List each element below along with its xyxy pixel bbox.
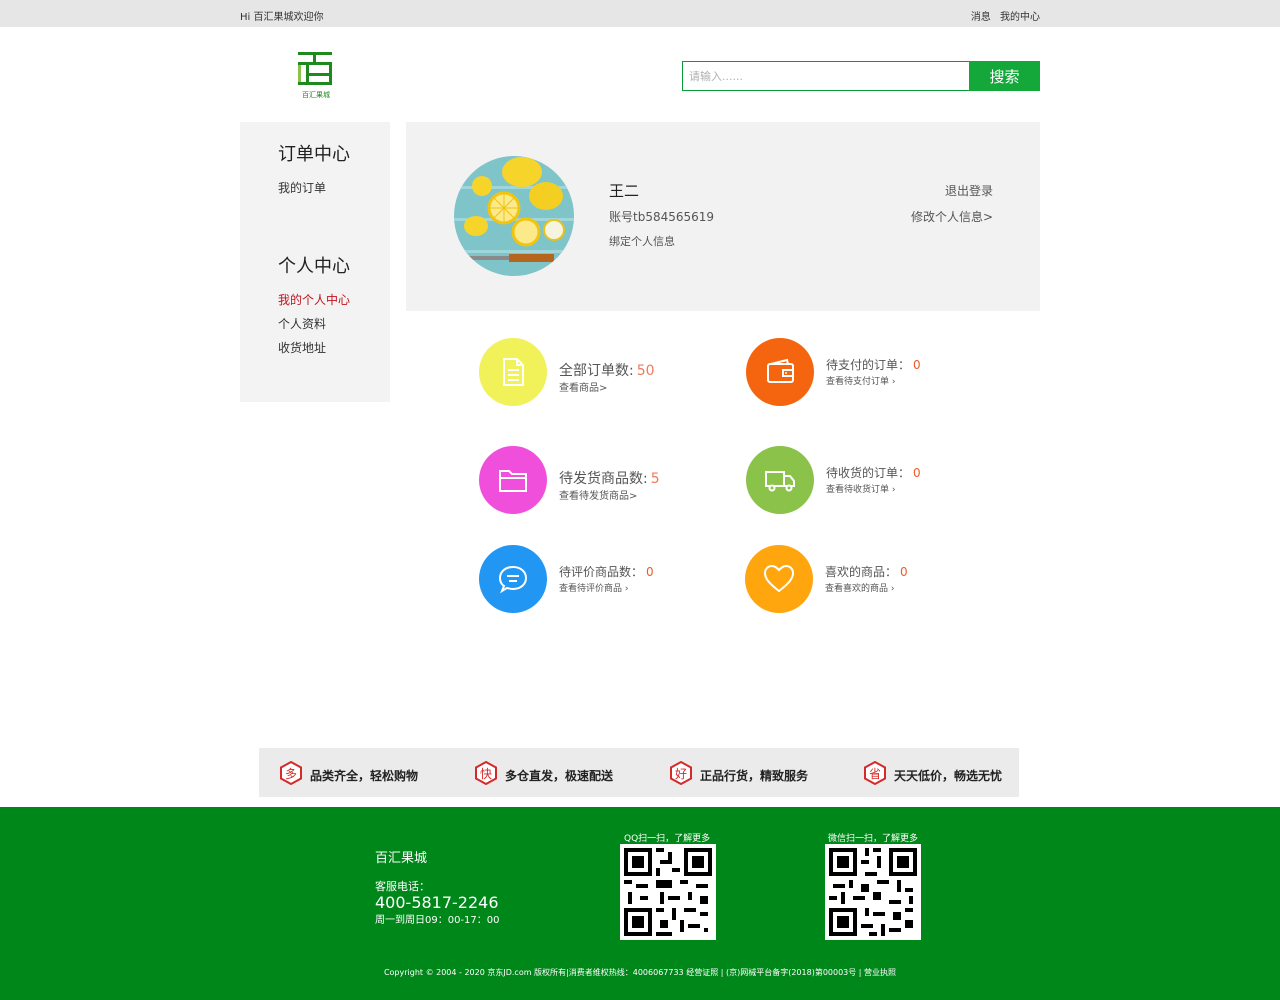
stat-circle	[746, 338, 814, 406]
sidebar-section-title-personal: 个人中心	[278, 256, 350, 277]
feature-badge-text: 好	[674, 767, 687, 781]
stat-pending-payment[interactable]: 待支付的订单： 0 查看待支付订单 ›	[746, 338, 986, 408]
feature-badge-text: 多	[284, 767, 297, 781]
stat-title: 待发货商品数: 5	[559, 468, 660, 488]
sidebar-item-personal-center[interactable]: 我的个人中心	[278, 291, 350, 308]
stat-all-orders[interactable]: 全部订单数: 50 查看商品>	[479, 338, 719, 408]
stat-link[interactable]: 查看待评价商品 ›	[559, 581, 628, 594]
stat-count: 50	[636, 363, 655, 379]
wallet-icon	[767, 358, 794, 383]
stat-count: 0	[646, 565, 654, 579]
stat-count: 0	[900, 565, 908, 579]
feature-text: 多仓直发，极速配送	[505, 769, 614, 783]
stat-label: 全部订单数:	[559, 363, 634, 379]
qq-qr-code[interactable]	[620, 844, 716, 940]
sidebar-section-title-orders: 订单中心	[278, 144, 350, 165]
avatar[interactable]	[454, 156, 574, 276]
search-button[interactable]: 搜索	[969, 61, 1040, 91]
stat-label: 待收货的订单：	[826, 466, 911, 480]
top-links: 消息 我的中心	[965, 8, 1040, 23]
service-label: 客服电话：	[375, 880, 430, 893]
wechat-qr-label: 微信扫一扫，了解更多	[828, 834, 919, 844]
feature-text: 品类齐全，轻松购物	[310, 769, 419, 783]
my-center-link[interactable]: 我的中心	[1000, 12, 1040, 23]
service-phone: 400-5817-2246	[375, 893, 499, 912]
stat-label: 待评价商品数：	[559, 565, 644, 579]
stat-count: 0	[913, 466, 921, 480]
feature-text: 天天低价，畅选无忧	[894, 769, 1003, 783]
profile-panel: 王二 账号tb584565619 绑定个人信息 退出登录 修改个人信息>	[406, 122, 1040, 311]
sidebar-item-address[interactable]: 收货地址	[278, 339, 326, 356]
feature-text: 正品行货，精致服务	[700, 769, 809, 783]
footer-brand: 百汇果城	[375, 851, 428, 866]
footer: 百汇果城 客服电话： 400-5817-2246 周一到周日09：00-17：0…	[0, 807, 1280, 1000]
top-bar: Hi 百汇果城欢迎你 消息 我的中心	[0, 0, 1280, 27]
truck-icon	[765, 471, 795, 492]
sidebar-item-profile[interactable]: 个人资料	[278, 315, 326, 332]
stat-label: 待支付的订单：	[826, 358, 911, 372]
modify-info-link[interactable]: 修改个人信息>	[911, 208, 993, 225]
stat-title: 喜欢的商品： 0	[825, 563, 908, 580]
hexagon-badge-icon: 多	[279, 760, 303, 786]
user-name: 王二	[609, 182, 640, 200]
account-number: 账号tb584565619	[609, 210, 715, 224]
feature-badge-text: 快	[479, 767, 492, 781]
feature-badge-text: 省	[868, 767, 881, 781]
site-logo[interactable]: 百汇果城	[294, 50, 336, 100]
stat-title: 待收货的订单： 0	[826, 464, 921, 481]
stat-circle	[479, 338, 547, 406]
hexagon-badge-icon: 好	[669, 760, 693, 786]
logo-caption: 百汇果城	[302, 91, 330, 99]
stat-link[interactable]: 查看喜欢的商品 ›	[825, 581, 894, 594]
stat-label: 待发货商品数:	[559, 471, 648, 487]
stat-title: 待支付的订单： 0	[826, 356, 921, 373]
welcome-text: Hi 百汇果城欢迎你	[240, 12, 324, 23]
stat-favorites[interactable]: 喜欢的商品： 0 查看喜欢的商品 ›	[745, 545, 985, 615]
folder-icon	[499, 470, 527, 492]
stat-pending-receipt[interactable]: 待收货的订单： 0 查看待收货订单 ›	[746, 446, 986, 516]
document-icon	[503, 358, 524, 386]
service-hours: 周一到周日09：00-17：00	[375, 915, 500, 926]
stat-link[interactable]: 查看待发货商品>	[559, 487, 637, 502]
search-input[interactable]	[682, 61, 970, 91]
stat-title: 待评价商品数： 0	[559, 563, 654, 580]
logo-mark-icon	[298, 52, 332, 85]
qr-code-icon	[624, 848, 712, 936]
bind-info-link[interactable]: 绑定个人信息	[609, 233, 675, 249]
hexagon-badge-icon: 省	[863, 760, 887, 786]
comment-icon	[498, 565, 528, 594]
stat-title: 全部订单数: 50	[559, 360, 655, 380]
stat-pending-shipment[interactable]: 待发货商品数: 5 查看待发货商品>	[479, 446, 719, 516]
search-bar: 搜索	[682, 61, 1040, 91]
wechat-qr-code[interactable]	[825, 844, 921, 940]
heart-icon	[763, 564, 795, 593]
stat-count: 0	[913, 358, 921, 372]
sidebar: 订单中心 我的订单 个人中心 我的个人中心 个人资料 收货地址	[240, 122, 390, 402]
qq-qr-label: QQ扫一扫，了解更多	[624, 834, 711, 844]
stat-link[interactable]: 查看待支付订单 ›	[826, 374, 895, 387]
sidebar-item-my-orders[interactable]: 我的订单	[278, 179, 326, 196]
stat-link[interactable]: 查看商品>	[559, 379, 607, 394]
qr-code-icon	[829, 848, 917, 936]
lemon-avatar-image	[454, 156, 574, 276]
messages-link[interactable]: 消息	[971, 12, 991, 23]
stat-pending-review[interactable]: 待评价商品数： 0 查看待评价商品 ›	[479, 545, 719, 615]
stat-count: 5	[650, 471, 660, 487]
stat-circle	[479, 446, 547, 514]
stat-label: 喜欢的商品：	[825, 565, 898, 579]
features-strip: 多 品类齐全，轻松购物 快 多仓直发，极速配送 好 正品行货，精致服务 省 天天…	[259, 748, 1019, 797]
stat-circle	[745, 545, 813, 613]
stat-circle	[746, 446, 814, 514]
stat-circle	[479, 545, 547, 613]
stat-link[interactable]: 查看待收货订单 ›	[826, 482, 895, 495]
hexagon-badge-icon: 快	[474, 760, 498, 786]
logout-link[interactable]: 退出登录	[945, 182, 993, 199]
copyright-text: Copyright © 2004 - 2020 京东JD.com 版权所有|消费…	[383, 968, 897, 977]
